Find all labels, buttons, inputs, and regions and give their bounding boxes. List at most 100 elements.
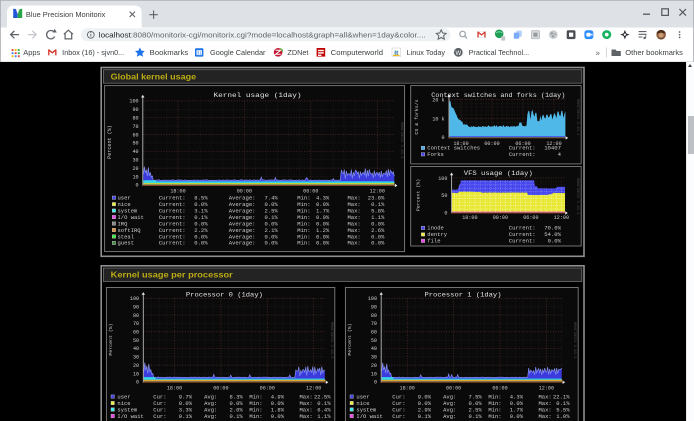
svg-text:I/O wait: I/O wait [117, 413, 143, 420]
svg-text:Kernel usage (1day): Kernel usage (1day) [214, 92, 302, 100]
svg-text:60: 60 [371, 330, 377, 336]
svg-text:60: 60 [132, 132, 138, 138]
svg-text:20: 20 [132, 166, 138, 172]
svg-text:50: 50 [371, 338, 377, 344]
svg-text:guest: guest [118, 240, 135, 247]
svg-text:40: 40 [371, 346, 377, 352]
svg-text:0.1%: 0.1% [418, 413, 432, 420]
svg-text:Kernel usage per processor: Kernel usage per processor [111, 271, 234, 280]
svg-text:80: 80 [133, 313, 139, 319]
svg-text:50: 50 [132, 141, 138, 147]
svg-text:MONITORIX 3.10.1: MONITORIX 3.10.1 [399, 122, 403, 159]
svg-text:90: 90 [133, 305, 139, 311]
svg-text:0: 0 [136, 183, 139, 189]
svg-text:00:00: 00:00 [484, 141, 499, 147]
svg-text:00:00: 00:00 [446, 386, 461, 392]
svg-text:Inbox (16) - sjvn0...: Inbox (16) - sjvn0... [62, 48, 124, 57]
svg-text:06:00: 06:00 [492, 386, 507, 392]
svg-text:Blue Precision Monitorix: Blue Precision Monitorix [26, 10, 106, 19]
svg-text:30: 30 [132, 158, 138, 164]
svg-text:0.0%: 0.0% [548, 238, 562, 245]
svg-text:0.0%: 0.0% [271, 413, 285, 420]
svg-text:localhost:8080/monitorix-cgi/m: localhost:8080/monitorix-cgi/monitorix.c… [99, 31, 426, 40]
svg-text:10: 10 [133, 371, 139, 377]
svg-text:Context switches and forks (1: Context switches and forks (1day) [431, 92, 565, 99]
svg-text:30: 30 [371, 355, 377, 361]
svg-text:20: 20 [371, 363, 377, 369]
svg-text:Apps: Apps [23, 48, 40, 57]
svg-text:00:00: 00:00 [493, 215, 508, 221]
svg-text:12:00: 12:00 [306, 386, 321, 392]
svg-text:70: 70 [371, 321, 377, 327]
svg-text:Computerworld: Computerworld [331, 48, 383, 57]
svg-text:I/O wait: I/O wait [356, 413, 382, 420]
svg-text:00:00: 00:00 [213, 386, 228, 392]
svg-text:Min:: Min: [249, 413, 262, 420]
svg-text:Avg:: Avg: [443, 413, 456, 420]
svg-text:10 k: 10 k [432, 116, 444, 122]
svg-text:18:00: 18:00 [167, 386, 182, 392]
svg-text:100: 100 [438, 176, 447, 182]
svg-text:100: 100 [130, 296, 139, 302]
svg-text:Practical Technol...: Practical Technol... [469, 48, 529, 57]
svg-text:Cur:: Cur: [153, 413, 166, 420]
svg-text:0: 0 [442, 135, 445, 141]
svg-text:1.1%: 1.1% [317, 413, 331, 420]
svg-text:Percent (%): Percent (%) [416, 179, 422, 211]
svg-text:Other bookmarks: Other bookmarks [625, 48, 683, 57]
svg-text:0.0%: 0.0% [510, 413, 524, 420]
svg-text:ZDNet: ZDNet [287, 48, 308, 57]
svg-text:Min:: Min: [488, 413, 501, 420]
svg-text:40: 40 [133, 346, 139, 352]
svg-text:Min:: Min: [297, 240, 310, 247]
svg-text:0.1%: 0.1% [179, 413, 193, 420]
svg-text:»: » [595, 48, 600, 57]
svg-text:Forks: Forks [427, 151, 444, 158]
svg-text:0.0%: 0.0% [316, 240, 330, 247]
svg-text:20 k: 20 k [432, 98, 444, 104]
svg-text:VFS usage (1day): VFS usage (1day) [464, 170, 533, 177]
svg-text:80: 80 [132, 116, 138, 122]
svg-text:Max:: Max: [300, 413, 313, 420]
svg-text:06:00: 06:00 [523, 215, 538, 221]
svg-text:0: 0 [374, 380, 377, 386]
svg-text:Linux Today: Linux Today [407, 48, 446, 57]
svg-text:MONITORIX 3.10.1: MONITORIX 3.10.1 [575, 178, 579, 215]
svg-text:0.0%: 0.0% [371, 240, 385, 247]
svg-text:06:00: 06:00 [260, 386, 275, 392]
svg-text:20: 20 [133, 363, 139, 369]
svg-text:0.1%: 0.1% [468, 413, 482, 420]
svg-text:Current:: Current: [509, 151, 536, 158]
svg-text:90: 90 [371, 305, 377, 311]
svg-text:100: 100 [129, 99, 138, 105]
svg-text:50: 50 [133, 338, 139, 344]
svg-text:Percent (%): Percent (%) [347, 323, 353, 355]
svg-text:10: 10 [371, 371, 377, 377]
svg-text:W: W [455, 51, 461, 57]
svg-text:Current:: Current: [159, 240, 186, 247]
svg-text:file: file [427, 238, 440, 245]
svg-text:18:00: 18:00 [462, 215, 477, 221]
svg-text:10: 10 [132, 174, 138, 180]
svg-text:Cur:: Cur: [392, 413, 405, 420]
svg-text:Average:: Average: [229, 240, 256, 247]
svg-text:Processor 1 (1day): Processor 1 (1day) [425, 292, 502, 299]
svg-text:0.0%: 0.0% [264, 240, 278, 247]
svg-text:MONITORIX 3.10.1: MONITORIX 3.10.1 [329, 322, 333, 359]
svg-text:Google Calendar: Google Calendar [210, 48, 266, 57]
svg-text:100: 100 [368, 296, 377, 302]
svg-text:0: 0 [444, 210, 447, 216]
svg-text:80: 80 [371, 313, 377, 319]
svg-text:Percent (%): Percent (%) [107, 125, 113, 159]
svg-text:50: 50 [441, 193, 447, 199]
svg-text:Current:: Current: [509, 238, 536, 245]
svg-text:90: 90 [132, 107, 138, 113]
svg-text:12:00: 12:00 [554, 215, 569, 221]
svg-text:CS & forks/s: CS & forks/s [414, 99, 420, 134]
svg-text:Max:: Max: [348, 240, 361, 247]
svg-text:0: 0 [136, 380, 139, 386]
svg-text:40: 40 [132, 149, 138, 155]
svg-text:60: 60 [133, 330, 139, 336]
svg-text:MONITORIX 3.10.1: MONITORIX 3.10.1 [575, 99, 579, 136]
svg-text:Avg:: Avg: [204, 413, 217, 420]
